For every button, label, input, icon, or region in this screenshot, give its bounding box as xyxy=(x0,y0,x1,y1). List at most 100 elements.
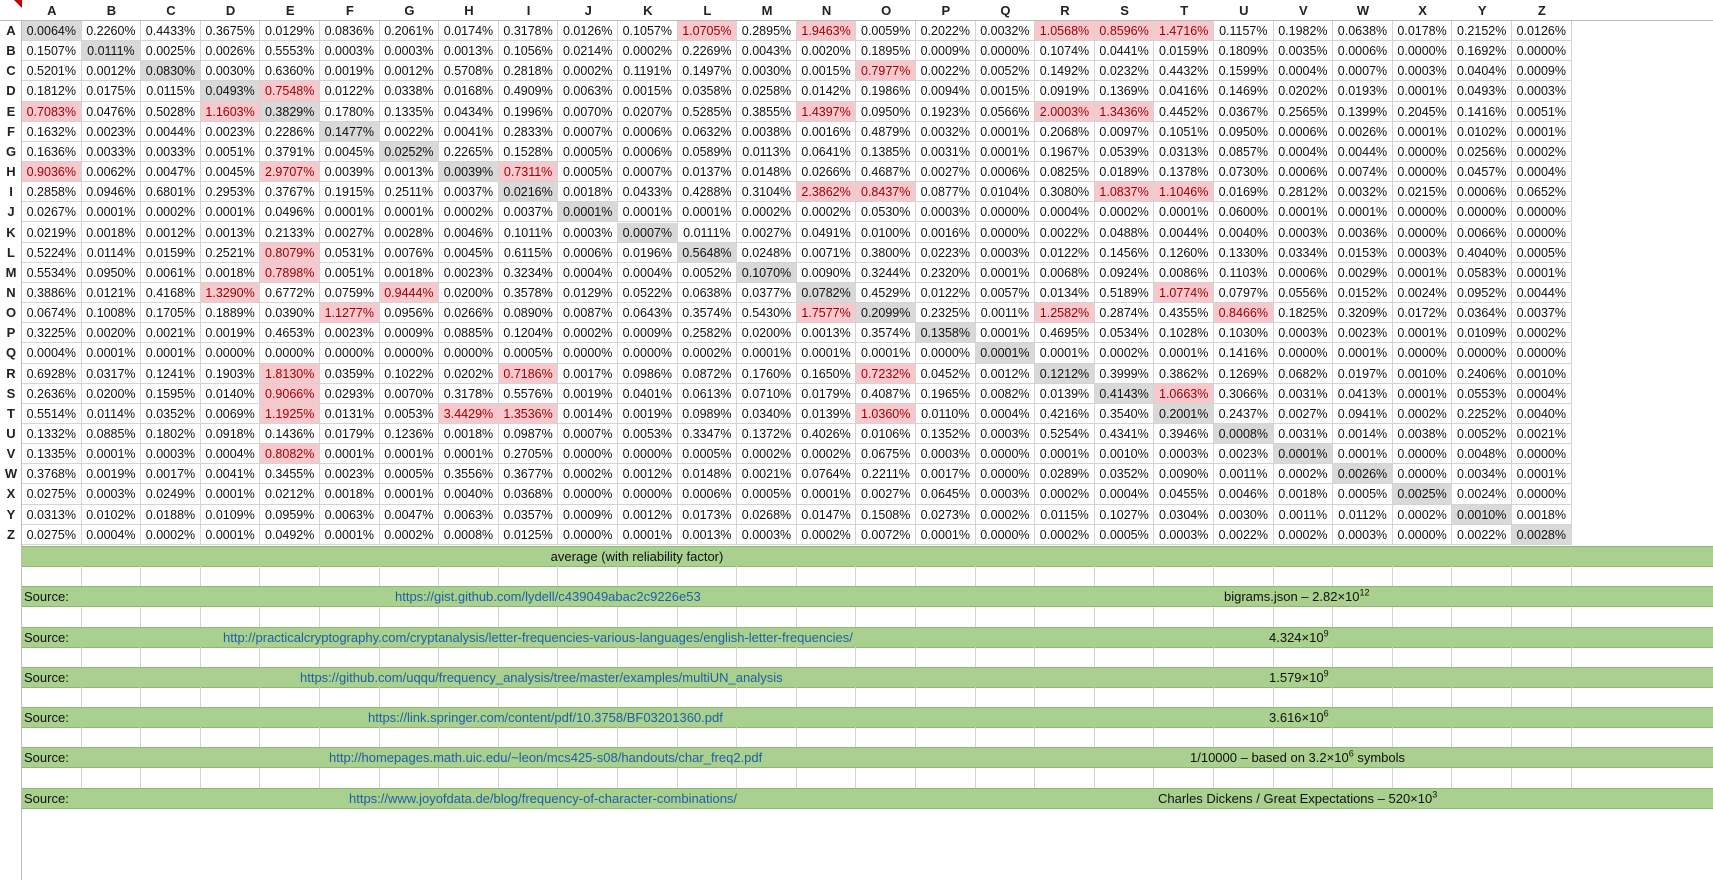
table-cell[interactable]: 0.1369% xyxy=(1094,81,1155,102)
table-cell[interactable]: 0.0059% xyxy=(856,21,916,42)
table-cell[interactable]: 0.0000% xyxy=(1452,202,1512,223)
empty-cell[interactable] xyxy=(856,646,916,668)
table-cell[interactable]: 0.0000% xyxy=(975,444,1036,465)
table-cell[interactable]: 0.0019% xyxy=(558,383,618,404)
empty-cell[interactable] xyxy=(141,767,201,789)
table-cell[interactable]: 0.0113% xyxy=(737,141,797,163)
table-cell[interactable]: 0.0114% xyxy=(81,403,142,424)
table-cell[interactable]: 0.3999% xyxy=(1094,363,1155,384)
table-cell[interactable]: 0.1011% xyxy=(498,222,559,243)
table-cell[interactable]: 0.3574% xyxy=(856,323,916,344)
source-row[interactable]: Source: http://practicalcryptography.com/… xyxy=(22,626,1713,648)
table-cell[interactable]: 0.2211% xyxy=(856,464,916,485)
table-cell[interactable]: 0.0006% xyxy=(618,141,678,163)
table-cell[interactable]: 0.0004% xyxy=(618,262,678,283)
table-cell[interactable]: 0.0003% xyxy=(975,424,1036,445)
empty-cell[interactable] xyxy=(976,566,1036,588)
empty-cell[interactable] xyxy=(558,606,618,628)
table-cell[interactable]: 0.0015% xyxy=(618,81,678,102)
empty-cell[interactable] xyxy=(1214,687,1274,709)
table-cell[interactable]: 0.4529% xyxy=(856,282,916,304)
table-cell[interactable]: 1.0774% xyxy=(1154,282,1214,304)
table-cell[interactable]: 0.0022% xyxy=(1452,524,1512,545)
table-cell[interactable]: 0.2582% xyxy=(677,323,738,344)
table-cell[interactable]: 0.7548% xyxy=(260,81,320,102)
table-cell[interactable]: 0.0137% xyxy=(677,162,738,183)
empty-cell[interactable] xyxy=(1274,727,1334,749)
table-cell[interactable]: 0.5648% xyxy=(677,242,738,263)
average-row[interactable]: average (with reliability factor) xyxy=(22,545,1713,567)
table-cell[interactable]: 0.0022% xyxy=(379,121,440,142)
empty-row[interactable] xyxy=(22,606,1713,628)
empty-cell[interactable] xyxy=(1512,727,1572,749)
table-cell[interactable]: 0.1204% xyxy=(498,323,559,344)
source-row[interactable]: Source: https://www.joyofdata.de/blog/fre… xyxy=(22,787,1713,809)
table-cell[interactable]: 0.0001% xyxy=(1035,343,1095,364)
table-cell[interactable]: 0.0100% xyxy=(856,222,916,243)
table-cell[interactable]: 0.0266% xyxy=(439,303,499,324)
empty-cell[interactable] xyxy=(1035,606,1095,628)
table-cell[interactable]: 0.0028% xyxy=(1512,524,1572,545)
table-cell[interactable]: 0.0031% xyxy=(1273,424,1334,445)
table-cell[interactable]: 0.0001% xyxy=(1512,464,1572,485)
empty-cell[interactable] xyxy=(201,727,261,749)
table-cell[interactable]: 0.3675% xyxy=(200,21,261,42)
empty-cell[interactable] xyxy=(916,606,976,628)
row-header-s[interactable]: S xyxy=(0,384,22,404)
table-cell[interactable]: 0.1967% xyxy=(1035,141,1095,163)
table-cell[interactable]: 0.7977% xyxy=(856,61,916,82)
table-cell[interactable]: 0.0016% xyxy=(916,222,976,243)
table-cell[interactable]: 0.0006% xyxy=(558,242,618,263)
table-cell[interactable]: 0.1469% xyxy=(1214,81,1274,102)
table-cell[interactable]: 0.0016% xyxy=(796,121,857,142)
table-cell[interactable]: 0.0033% xyxy=(81,141,142,163)
empty-cell[interactable] xyxy=(856,606,916,628)
table-cell[interactable]: 0.4168% xyxy=(141,282,201,304)
table-cell[interactable]: 0.0024% xyxy=(1452,484,1512,505)
table-cell[interactable]: 0.0007% xyxy=(618,162,678,183)
table-cell[interactable]: 0.0338% xyxy=(379,81,440,102)
table-cell[interactable]: 0.0179% xyxy=(320,424,380,445)
empty-cell[interactable] xyxy=(260,767,320,789)
table-cell[interactable]: 0.9066% xyxy=(260,383,320,404)
table-cell[interactable]: 0.0000% xyxy=(1512,202,1572,223)
table-cell[interactable]: 0.0122% xyxy=(916,282,976,304)
table-cell[interactable]: 0.0188% xyxy=(141,504,201,525)
table-cell[interactable]: 0.3556% xyxy=(439,464,499,485)
row-header-a[interactable]: A xyxy=(0,21,22,41)
empty-cell[interactable] xyxy=(499,646,559,668)
table-cell[interactable]: 0.0638% xyxy=(1333,21,1393,42)
table-cell[interactable]: 0.0027% xyxy=(320,222,380,243)
table-cell[interactable]: 0.1436% xyxy=(260,424,320,445)
empty-cell[interactable] xyxy=(1333,687,1393,709)
table-cell[interactable]: 0.0252% xyxy=(379,141,440,163)
table-cell[interactable]: 0.0007% xyxy=(618,222,678,243)
row-header-o[interactable]: O xyxy=(0,303,22,323)
table-cell[interactable]: 0.0040% xyxy=(1214,222,1274,243)
table-cell[interactable]: 0.0367% xyxy=(1214,101,1274,122)
empty-cell[interactable] xyxy=(1393,566,1453,588)
table-cell[interactable]: 0.0950% xyxy=(856,101,916,122)
table-cell[interactable]: 0.0890% xyxy=(498,303,559,324)
table-cell[interactable]: 0.0045% xyxy=(439,242,499,263)
table-cell[interactable]: 0.0001% xyxy=(1273,444,1334,465)
table-cell[interactable]: 0.0037% xyxy=(498,202,559,223)
table-cell[interactable]: 0.0797% xyxy=(1214,282,1274,304)
table-cell[interactable]: 0.0000% xyxy=(975,202,1036,223)
row-header-v[interactable]: V xyxy=(0,444,22,464)
table-cell[interactable]: 0.0002% xyxy=(141,524,201,545)
table-cell[interactable]: 0.0002% xyxy=(1392,403,1453,424)
empty-row[interactable] xyxy=(22,646,1713,668)
table-cell[interactable]: 0.0025% xyxy=(1392,484,1453,505)
table-cell[interactable]: 0.0071% xyxy=(796,242,857,263)
table-cell[interactable]: 0.0022% xyxy=(1214,524,1274,545)
row-header-t[interactable]: T xyxy=(0,404,22,424)
table-cell[interactable]: 0.1372% xyxy=(737,424,797,445)
table-cell[interactable]: 0.2022% xyxy=(916,21,976,42)
table-cell[interactable]: 0.0334% xyxy=(1273,242,1334,263)
empty-cell[interactable] xyxy=(856,566,916,588)
empty-row[interactable] xyxy=(22,727,1713,749)
table-cell[interactable]: 0.1492% xyxy=(1035,61,1095,82)
table-cell[interactable]: 0.4355% xyxy=(1154,303,1214,324)
table-cell[interactable]: 1.1603% xyxy=(200,101,261,122)
